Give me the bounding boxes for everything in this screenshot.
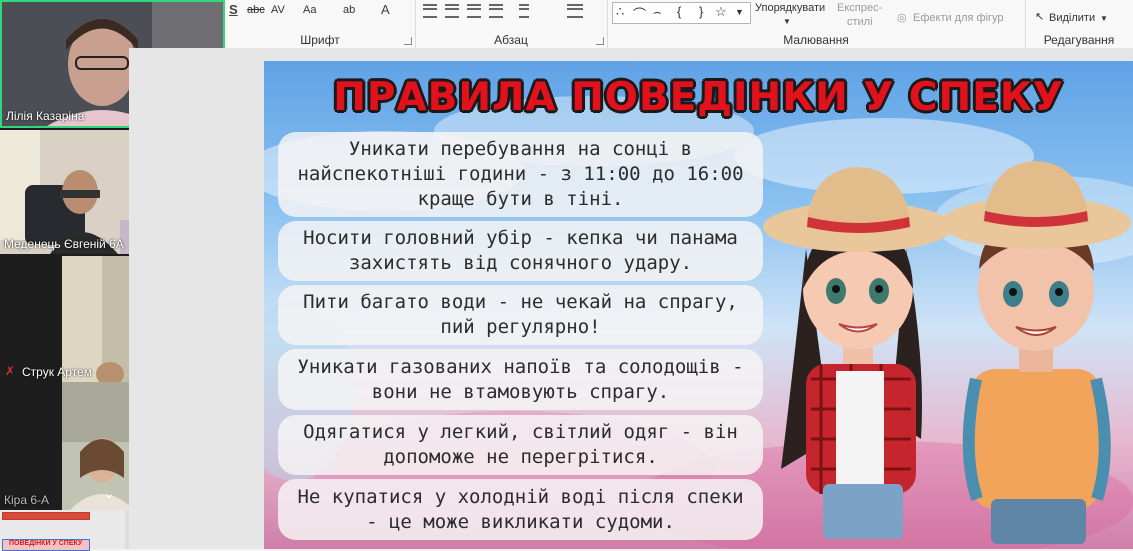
- columns-icon[interactable]: [519, 4, 529, 18]
- rule-box-4[interactable]: Уникати газованих напоїв та солодощів - …: [278, 349, 763, 410]
- change-case-button[interactable]: Aa: [303, 2, 316, 18]
- rule-box-5[interactable]: Одягатися у легкий, світлий одяг - він д…: [278, 415, 763, 475]
- paragraph-group-label: Абзац: [494, 33, 528, 47]
- editing-group: ↖ Виділити ▼ Редагування: [1025, 0, 1133, 48]
- slide-canvas[interactable]: ПРАВИЛА ПОВЕДІНКИ У СПЕКУ Уникати перебу…: [264, 61, 1133, 549]
- shape-effects-icon: ◎: [897, 12, 907, 24]
- font-group-label: Шрифт: [300, 33, 340, 47]
- arc-icon: ⌢: [653, 4, 662, 19]
- slide-thumbnails: ПОВЕДІНКИ У СПЕКУ: [0, 510, 129, 551]
- font-dialog-launcher-icon[interactable]: [404, 37, 412, 45]
- font-group: S abc AV Aa ab A Шрифт: [225, 0, 416, 48]
- align-center-icon[interactable]: [445, 4, 459, 18]
- editing-group-label: Редагування: [1043, 33, 1115, 47]
- paragraph-dialog-launcher-icon[interactable]: [596, 37, 604, 45]
- shape-effects-button[interactable]: Ефекти для фігур: [913, 10, 1004, 26]
- select-dropdown-icon[interactable]: ▼: [1100, 11, 1108, 27]
- thumbnail-title: ПОВЕДІНКИ У СПЕКУ: [9, 540, 83, 547]
- chevron-down-icon[interactable]: ⌄: [103, 485, 115, 502]
- drawing-group: ∴ ⌒ ⌢ { } ☆ ▼ Упорядкувати ▼ Експрес- ст…: [607, 0, 1026, 48]
- rule-box-1[interactable]: Уникати перебування на сонці в найспекот…: [278, 132, 763, 217]
- rule-box-2[interactable]: Носити головний убір - кепка чи панама з…: [278, 221, 763, 281]
- rule-box-3[interactable]: Пити багато води - не чекай на спрагу, п…: [278, 285, 763, 345]
- star-icon: ☆: [715, 4, 727, 19]
- curve-icon: ⌒: [633, 7, 647, 22]
- mic-muted-icon: ✗: [5, 364, 16, 378]
- select-button[interactable]: Виділити: [1049, 10, 1095, 26]
- strikethrough-button[interactable]: abc: [247, 2, 265, 18]
- participant-name: Кіра 6-А: [4, 493, 50, 507]
- slide-thumbnail-current[interactable]: ПОВЕДІНКИ У СПЕКУ: [2, 539, 90, 551]
- participant-name: Лілія Казаріна: [6, 109, 85, 123]
- arrange-dropdown-icon[interactable]: ▼: [783, 14, 791, 30]
- boy-figure: [941, 161, 1131, 544]
- ribbon: S abc AV Aa ab A Шрифт Абзац ∴ ⌒ ⌢ { } ☆…: [225, 0, 1133, 49]
- shadow-button[interactable]: S: [229, 2, 238, 18]
- shapes-gallery[interactable]: ∴ ⌒ ⌢ { } ☆ ▼: [612, 2, 751, 24]
- slide-thumbnail-previous[interactable]: [2, 512, 90, 520]
- highlight-button[interactable]: ab: [343, 2, 355, 18]
- left-brace-icon: {: [677, 4, 682, 19]
- slide-title: ПРАВИЛА ПОВЕДІНКИ У СПЕКУ: [333, 75, 1064, 120]
- drawing-group-label: Малювання: [783, 33, 849, 47]
- select-cursor-icon: ↖: [1035, 11, 1045, 23]
- kids-illustration: [763, 161, 1131, 544]
- right-brace-icon: }: [699, 4, 704, 19]
- freeform-icon: ∴: [616, 4, 625, 19]
- justify-icon[interactable]: [489, 4, 503, 18]
- character-spacing-button[interactable]: AV: [271, 2, 285, 18]
- paragraph-group: Абзац: [415, 0, 608, 48]
- quick-styles-label-2: стилі: [847, 16, 873, 28]
- participant-name: Меденець Євгеній 6А: [4, 237, 124, 251]
- align-right-icon[interactable]: [467, 4, 481, 18]
- gallery-more-icon: ▼: [735, 7, 744, 17]
- align-left-icon[interactable]: [423, 4, 437, 18]
- font-color-button[interactable]: A: [381, 2, 390, 18]
- rule-box-6[interactable]: Не купатися у холодній воді після спеки …: [278, 479, 763, 540]
- girl-figure: [763, 167, 953, 539]
- participant-name: Струк Артем: [22, 365, 92, 379]
- smartart-icon[interactable]: [567, 4, 583, 18]
